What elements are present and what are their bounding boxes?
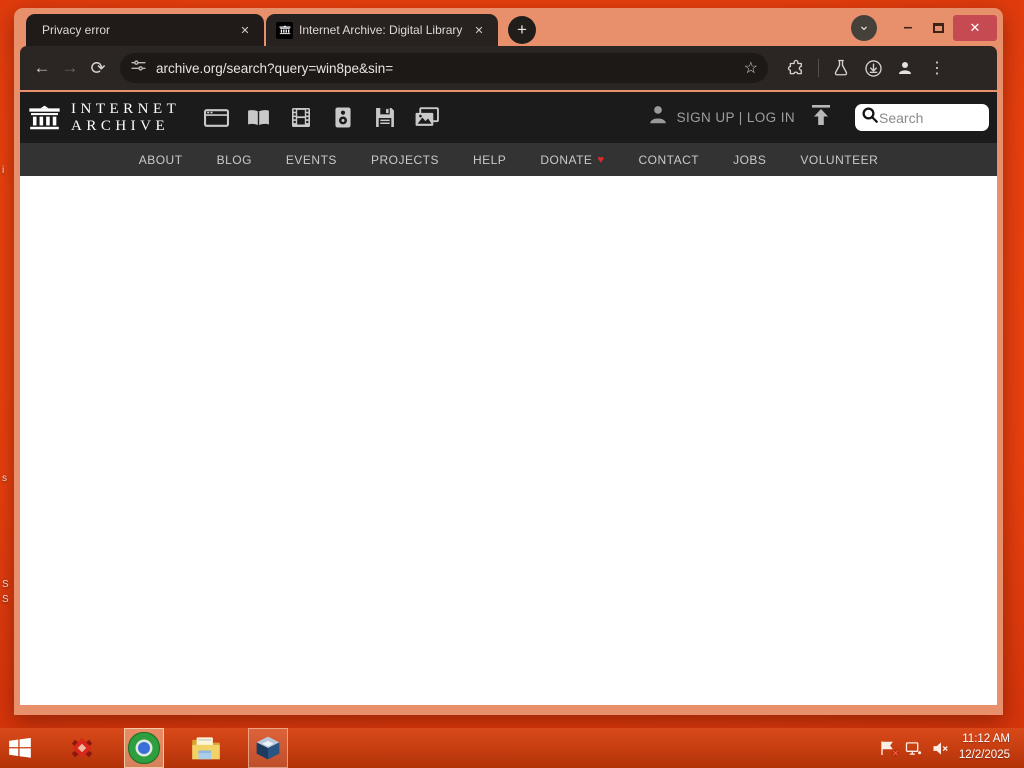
- bookmark-star-icon[interactable]: [744, 58, 758, 78]
- nav-item-donate[interactable]: DONATE: [540, 153, 604, 167]
- flask-icon[interactable]: [827, 54, 855, 82]
- internet-archive-header: INTERNET ARCHIVE SIGN UP | LOG IN Search: [20, 92, 997, 143]
- video-icon[interactable]: [288, 107, 313, 128]
- upload-icon[interactable]: [809, 104, 833, 131]
- tab-search-button[interactable]: [851, 15, 877, 41]
- windows-logo-icon: [9, 737, 31, 758]
- heart-icon: [597, 154, 604, 166]
- taskbar-file-explorer-button[interactable]: [186, 728, 226, 768]
- tab-close-icon[interactable]: [236, 21, 254, 39]
- tab-title: Internet Archive: Digital Library: [299, 23, 463, 37]
- download-icon[interactable]: [859, 54, 887, 82]
- maximize-button[interactable]: [923, 15, 953, 41]
- nav-item-about[interactable]: ABOUT: [139, 153, 183, 167]
- url-text[interactable]: archive.org/search?query=win8pe&sin=: [156, 61, 744, 76]
- nav-item-blog[interactable]: BLOG: [217, 153, 252, 167]
- tab-strip: Privacy error Internet Archive: Digital …: [14, 8, 1003, 46]
- maximize-icon: [932, 23, 944, 33]
- desktop: i s S S Privacy error Internet Archive: …: [0, 0, 1024, 768]
- toolbar-divider: [818, 59, 819, 77]
- header-account-area: SIGN UP | LOG IN: [647, 104, 989, 131]
- internet-archive-wordmark: INTERNET ARCHIVE: [71, 101, 181, 134]
- nav-item-help[interactable]: HELP: [473, 153, 506, 167]
- browser-window: Privacy error Internet Archive: Digital …: [14, 8, 1003, 715]
- person-icon: [647, 104, 669, 131]
- action-center-flag-icon[interactable]: [878, 740, 896, 756]
- desktop-icon-label-fragment: i: [2, 165, 5, 176]
- page-content: [20, 176, 997, 705]
- nav-item-contact[interactable]: CONTACT: [638, 153, 699, 167]
- software-icon[interactable]: [372, 107, 397, 128]
- window-controls: [851, 12, 997, 44]
- taskbar-clock[interactable]: 11:12 AM 12/2/2025: [959, 732, 1014, 763]
- site-search-input[interactable]: [879, 109, 975, 126]
- desktop-icon-label-fragment: s: [2, 473, 7, 484]
- taskbar-chrome-button[interactable]: [124, 728, 164, 768]
- desktop-icon-label-fragment: S: [2, 579, 9, 590]
- signup-login-link[interactable]: SIGN UP | LOG IN: [677, 110, 795, 125]
- red-app-icon: [68, 736, 96, 760]
- back-button[interactable]: [28, 54, 56, 82]
- browser-toolbar: archive.org/search?query=win8pe&sin=: [20, 46, 997, 90]
- search-icon: [861, 106, 879, 129]
- site-nav-bar: ABOUT BLOG EVENTS PROJECTS HELP DONATE C…: [20, 143, 997, 176]
- internet-archive-logo[interactable]: INTERNET ARCHIVE: [28, 101, 180, 134]
- web-icon[interactable]: [204, 107, 230, 128]
- images-icon[interactable]: [414, 107, 440, 128]
- texts-icon[interactable]: [246, 107, 271, 128]
- new-tab-button[interactable]: [508, 16, 536, 44]
- profile-avatar-icon[interactable]: [891, 54, 919, 82]
- taskbar: 11:12 AM 12/2/2025: [0, 728, 1024, 768]
- taskbar-virtualbox-button[interactable]: [248, 728, 288, 768]
- close-window-button[interactable]: [953, 15, 997, 41]
- forward-button[interactable]: [56, 54, 84, 82]
- browser-menu-icon[interactable]: [923, 54, 951, 82]
- chrome-browser-icon: [138, 742, 150, 754]
- reload-button[interactable]: [84, 54, 112, 82]
- toolbar-actions: [782, 54, 951, 82]
- tab-title: Privacy error: [42, 23, 111, 37]
- clock-time: 11:12 AM: [962, 733, 1010, 746]
- audio-icon[interactable]: [330, 107, 355, 128]
- nav-item-events[interactable]: EVENTS: [286, 153, 337, 167]
- file-explorer-icon: [192, 737, 220, 760]
- browser-tab-privacy-error[interactable]: Privacy error: [26, 14, 264, 46]
- site-search-box[interactable]: [855, 104, 989, 131]
- virtualbox-icon: [256, 736, 280, 760]
- address-bar[interactable]: archive.org/search?query=win8pe&sin=: [120, 53, 768, 83]
- tab-close-icon[interactable]: [470, 21, 488, 39]
- nav-item-volunteer[interactable]: VOLUNTEER: [800, 153, 878, 167]
- internet-archive-favicon-icon: [276, 21, 293, 39]
- browser-tab-internet-archive[interactable]: Internet Archive: Digital Library: [266, 14, 498, 46]
- system-tray: 11:12 AM 12/2/2025: [878, 728, 1024, 768]
- clock-date: 12/2/2025: [958, 749, 1010, 761]
- minimize-button[interactable]: [893, 15, 923, 41]
- network-status-icon[interactable]: [905, 740, 923, 756]
- alert-badge: [892, 749, 899, 758]
- volume-muted-icon[interactable]: [932, 740, 950, 756]
- nav-item-jobs[interactable]: JOBS: [733, 153, 766, 167]
- taskbar-red-app-button[interactable]: [62, 728, 102, 768]
- site-info-icon[interactable]: [130, 57, 147, 79]
- desktop-icon-label-fragment: S: [2, 594, 9, 605]
- nav-item-projects[interactable]: PROJECTS: [371, 153, 439, 167]
- extensions-icon[interactable]: [782, 54, 810, 82]
- start-button[interactable]: [0, 728, 40, 768]
- media-type-icons: [204, 107, 440, 128]
- temple-logo-icon: [29, 105, 60, 129]
